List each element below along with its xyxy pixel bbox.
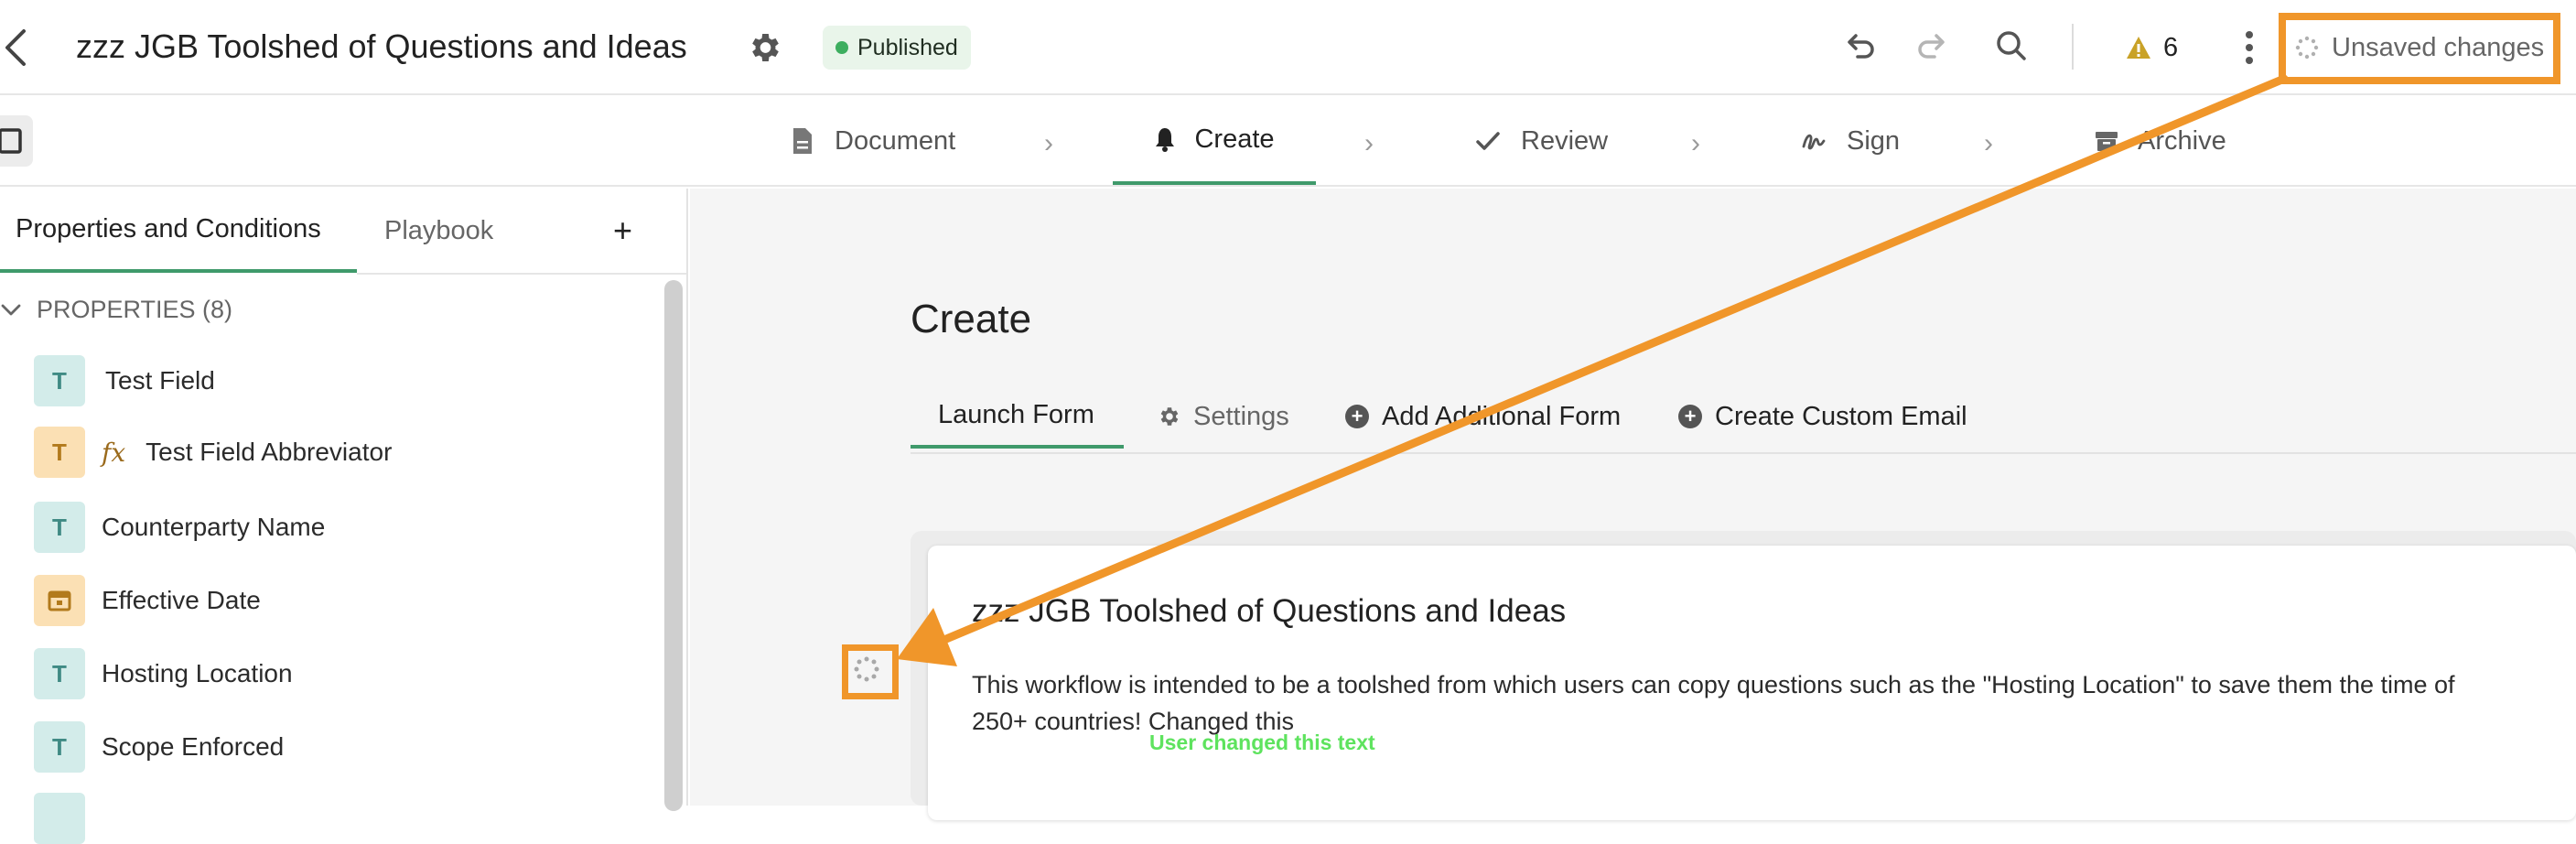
add-button[interactable]: + bbox=[613, 189, 632, 273]
chevron-right-icon: › bbox=[1691, 128, 1700, 158]
add-circle-icon: + bbox=[1345, 405, 1369, 428]
step-archive[interactable]: Archive bbox=[2094, 97, 2226, 185]
gear-icon[interactable] bbox=[746, 29, 782, 66]
tab-label: Settings bbox=[1193, 401, 1289, 431]
tab-playbook[interactable]: Playbook bbox=[384, 189, 493, 273]
tab-properties-and-conditions[interactable]: Properties and Conditions bbox=[0, 189, 357, 273]
undo-icon[interactable] bbox=[1841, 27, 1878, 64]
highlight-box-unsaved bbox=[2279, 13, 2560, 84]
tab-label: Create Custom Email bbox=[1715, 401, 1967, 431]
signature-icon bbox=[1802, 134, 1826, 150]
text-type-icon bbox=[34, 793, 85, 844]
document-icon bbox=[793, 128, 812, 154]
property-label: Effective Date bbox=[102, 586, 261, 614]
highlight-box-spinner bbox=[842, 644, 899, 699]
step-create[interactable]: Create bbox=[1113, 97, 1316, 185]
checkmark-icon bbox=[1476, 132, 1500, 150]
section-title: PROPERTIES (8) bbox=[37, 295, 233, 323]
workflow-title: zzz JGB Toolshed of Questions and Ideas bbox=[76, 27, 687, 65]
annotation-note: User changed this text bbox=[1149, 730, 1375, 754]
property-item[interactable]: T fx Test Field Abbreviator bbox=[34, 427, 392, 478]
warning-count: 6 bbox=[2163, 32, 2179, 62]
redo-icon[interactable] bbox=[1914, 27, 1951, 64]
text-type-icon: T bbox=[34, 355, 85, 406]
text-type-icon: T bbox=[34, 502, 85, 553]
text-type-icon: T bbox=[34, 648, 85, 699]
property-item[interactable]: Effective Date bbox=[34, 575, 261, 626]
property-item[interactable]: T Counterparty Name bbox=[34, 502, 325, 553]
property-item[interactable] bbox=[34, 793, 102, 844]
gear-icon bbox=[1160, 407, 1179, 426]
step-label: Document bbox=[835, 125, 956, 156]
property-item[interactable]: T Test Field bbox=[34, 355, 215, 406]
property-label: Scope Enforced bbox=[102, 732, 285, 761]
add-label: + bbox=[613, 211, 633, 249]
properties-section-header[interactable]: PROPERTIES (8) bbox=[0, 291, 232, 328]
calendar-icon bbox=[34, 575, 85, 626]
step-document[interactable]: Document bbox=[791, 97, 955, 185]
chevron-down-icon bbox=[1, 304, 21, 316]
tabs-divider bbox=[911, 452, 2576, 454]
tab-add-additional-form[interactable]: + Add Additional Form bbox=[1345, 384, 1621, 449]
property-item[interactable]: T Scope Enforced bbox=[34, 721, 284, 773]
toolbar-divider bbox=[2072, 24, 2074, 70]
tab-create-custom-email[interactable]: + Create Custom Email bbox=[1678, 384, 1967, 449]
back-icon[interactable] bbox=[0, 26, 37, 70]
property-label: Test Field Abbreviator bbox=[146, 438, 393, 466]
card-description[interactable]: This workflow is intended to be a toolsh… bbox=[972, 666, 2576, 740]
step-sign[interactable]: Sign bbox=[1801, 97, 1900, 185]
step-label: Archive bbox=[2138, 125, 2226, 156]
step-review[interactable]: Review bbox=[1475, 97, 1608, 185]
warning-icon bbox=[2127, 37, 2150, 59]
status-badge-label: Published bbox=[857, 34, 958, 60]
chevron-right-icon: › bbox=[1044, 128, 1053, 158]
tab-settings[interactable]: Settings bbox=[1157, 384, 1289, 449]
chevron-right-icon: › bbox=[1364, 128, 1374, 158]
description-line: This workflow is intended to be a toolsh… bbox=[972, 671, 2455, 698]
search-icon[interactable] bbox=[1993, 27, 2030, 64]
tab-label: Launch Form bbox=[938, 399, 1094, 429]
chevron-right-icon: › bbox=[1984, 128, 1993, 158]
sidebar-toggle-icon[interactable] bbox=[0, 115, 33, 167]
tab-label: Properties and Conditions bbox=[16, 213, 321, 243]
step-label: Create bbox=[1194, 124, 1275, 154]
formula-icon: fx bbox=[102, 437, 126, 468]
property-label: Counterparty Name bbox=[102, 513, 326, 541]
text-type-icon: T bbox=[34, 427, 85, 478]
workflow-info-card: zzz JGB Toolshed of Questions and Ideas … bbox=[928, 546, 2576, 820]
tab-launch-form[interactable]: Launch Form bbox=[911, 384, 1124, 449]
warnings-button[interactable]: 6 bbox=[2125, 27, 2178, 68]
more-options-icon[interactable] bbox=[2240, 27, 2258, 68]
sidebar-scrollbar[interactable] bbox=[664, 280, 683, 811]
property-label: Test Field bbox=[105, 366, 215, 395]
status-dot bbox=[835, 41, 848, 54]
sidebar-tabs-divider bbox=[357, 273, 686, 275]
top-bar: zzz JGB Toolshed of Questions and Ideas … bbox=[0, 0, 2576, 95]
sidebar: Properties and Conditions Playbook + PRO… bbox=[0, 189, 688, 844]
workflow-step-bar: Document › Create › Review › Sign › Arch… bbox=[0, 97, 2576, 187]
bell-icon bbox=[1156, 128, 1175, 152]
tab-label: Playbook bbox=[384, 215, 494, 245]
card-title: zzz JGB Toolshed of Questions and Ideas bbox=[972, 593, 1567, 629]
property-label: Hosting Location bbox=[102, 659, 293, 687]
page-heading: Create bbox=[911, 297, 1032, 341]
status-badge: Published bbox=[823, 26, 971, 70]
step-label: Sign bbox=[1847, 125, 1901, 156]
step-label: Review bbox=[1521, 125, 1609, 156]
property-item[interactable]: T Hosting Location bbox=[34, 648, 293, 699]
text-type-icon: T bbox=[34, 721, 85, 773]
archive-icon bbox=[2096, 132, 2118, 151]
add-circle-icon: + bbox=[1678, 405, 1702, 428]
tab-label: Add Additional Form bbox=[1382, 401, 1622, 431]
